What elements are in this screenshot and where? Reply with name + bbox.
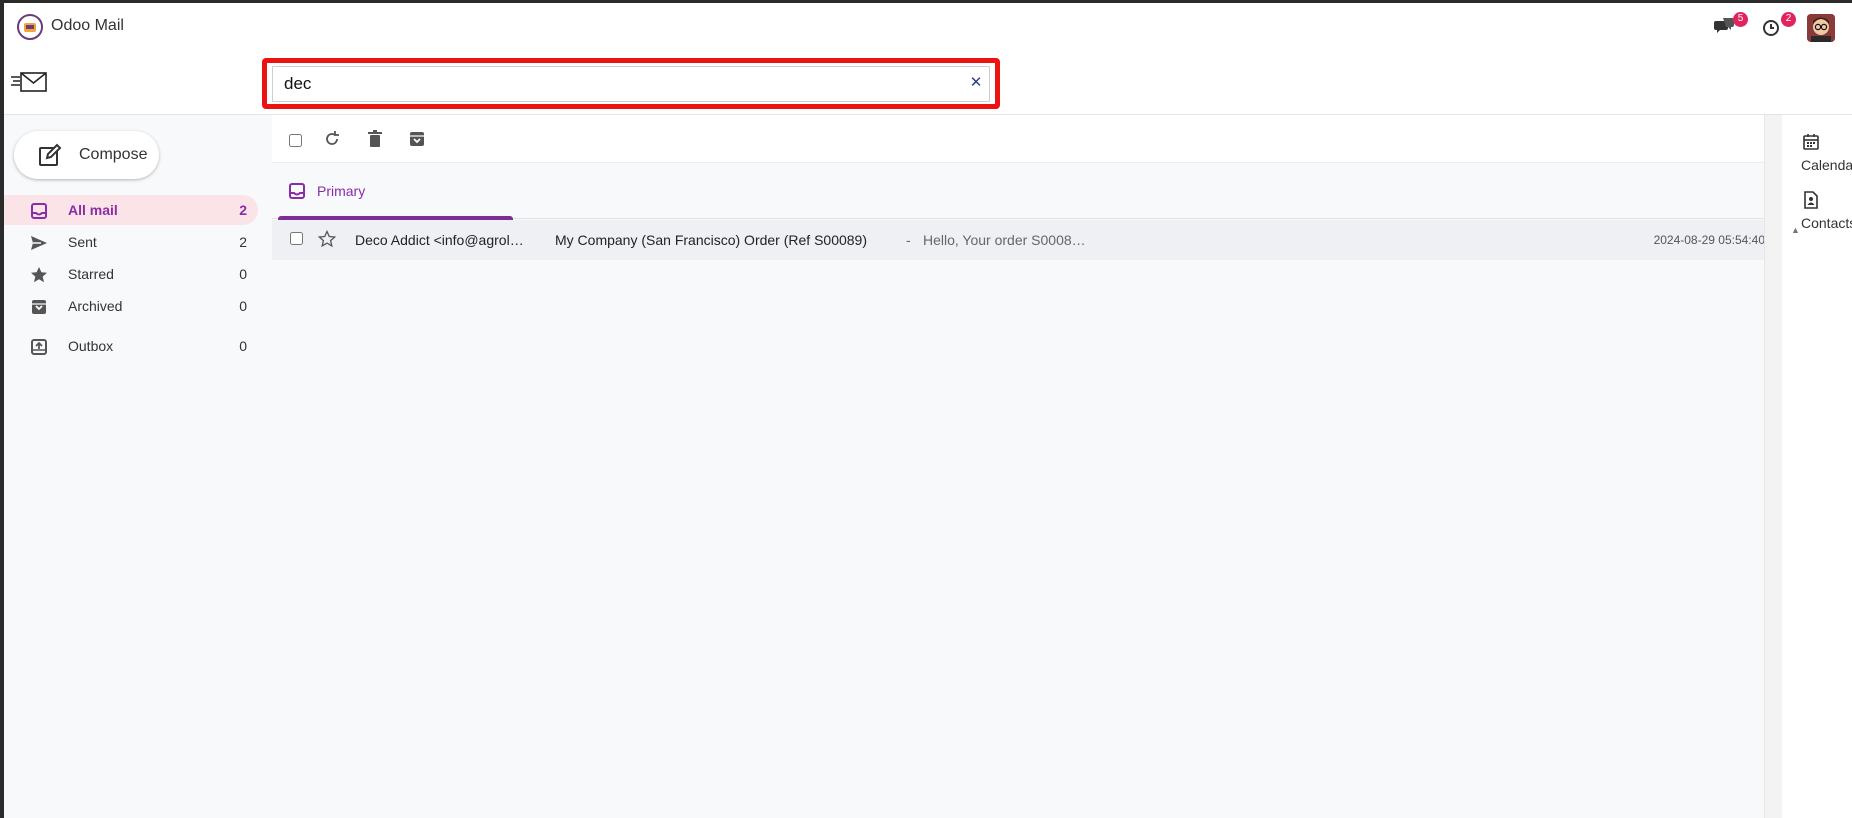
user-avatar[interactable] <box>1807 14 1835 42</box>
mail-row-checkbox[interactable] <box>290 232 303 245</box>
mail-subject: My Company (San Francisco) Order (Ref S0… <box>555 232 867 248</box>
scrollbar[interactable] <box>1764 115 1782 818</box>
refresh-icon <box>326 131 339 145</box>
sidebar-item-sent[interactable]: Sent 2 <box>4 227 258 257</box>
search-bar-row: ✕ <box>4 49 1852 115</box>
sidebar: Compose All mail 2 Sent 2 Starred 0 Arch… <box>4 115 272 818</box>
sidebar-item-count: 0 <box>239 266 247 282</box>
top-navbar: Odoo Mail 5 2 <box>4 3 1852 49</box>
sidebar-item-all-mail[interactable]: All mail 2 <box>4 195 258 225</box>
mail-app-icon[interactable] <box>10 69 48 95</box>
mail-toolbar <box>272 115 1781 163</box>
rail-item-label: Contacts <box>1801 215 1852 231</box>
mail-tabs: Primary <box>272 163 1781 220</box>
archive-icon <box>410 132 424 146</box>
mail-separator: - <box>906 232 911 248</box>
edit-icon <box>39 143 62 166</box>
app-window: Odoo Mail 5 2 dec ✕ Compose All mail 2 S… <box>4 3 1852 818</box>
messages-badge: 5 <box>1733 12 1748 27</box>
activities-button[interactable]: 2 <box>1762 12 1796 37</box>
sidebar-item-label: Archived <box>68 298 123 314</box>
mail-sender: Deco Addict <info@agrol… <box>355 232 524 248</box>
inbox-icon <box>289 183 305 199</box>
star-icon <box>31 267 47 283</box>
sidebar-item-label: Outbox <box>68 338 114 354</box>
sidebar-item-label: All mail <box>68 202 118 218</box>
right-rail: Calendar Contacts ▲ <box>1764 115 1852 818</box>
activities-badge: 2 <box>1781 12 1796 27</box>
rail-item-calendar[interactable]: Calendar <box>1782 133 1852 183</box>
refresh-button[interactable] <box>322 129 342 149</box>
clock-icon <box>1763 20 1779 36</box>
sidebar-item-archived[interactable]: Archived 0 <box>4 291 258 321</box>
inbox-icon <box>31 203 47 219</box>
sidebar-item-label: Starred <box>68 266 114 282</box>
messages-button[interactable]: 5 <box>1714 12 1748 37</box>
archive-icon <box>32 300 46 314</box>
sidebar-item-outbox[interactable]: Outbox 0 <box>4 331 258 361</box>
archive-button[interactable] <box>407 129 427 149</box>
contact-icon <box>1804 191 1818 209</box>
sidebar-item-count: 2 <box>239 234 247 250</box>
mail-list-panel: Primary Deco Addict <info@agrol… My Comp… <box>272 115 1781 818</box>
select-all-checkbox[interactable] <box>289 134 302 147</box>
sidebar-item-count: 0 <box>239 338 247 354</box>
scroll-up-icon[interactable]: ▲ <box>1791 225 1800 235</box>
search-highlight: ✕ <box>262 58 1000 109</box>
mail-row[interactable]: Deco Addict <info@agrol… My Company (San… <box>272 220 1781 260</box>
close-icon[interactable]: ✕ <box>968 75 984 91</box>
mail-preview: Hello, Your order S0008… <box>923 232 1086 248</box>
rail-item-label: Calendar <box>1801 157 1852 173</box>
sidebar-item-starred[interactable]: Starred 0 <box>4 259 258 289</box>
search-input[interactable] <box>272 66 990 102</box>
calendar-icon <box>1803 134 1819 150</box>
compose-button[interactable]: Compose <box>14 131 159 179</box>
sidebar-item-count: 0 <box>239 298 247 314</box>
mail-date: 2024-08-29 05:54:40 <box>1653 233 1765 247</box>
tab-label: Primary <box>317 183 366 199</box>
sidebar-item-count: 2 <box>239 202 247 218</box>
sidebar-item-label: Sent <box>68 234 97 250</box>
send-icon <box>31 236 47 250</box>
trash-icon <box>368 130 382 147</box>
delete-button[interactable] <box>365 129 385 149</box>
tab-primary[interactable]: Primary <box>278 163 513 220</box>
app-title: Odoo Mail <box>51 17 124 34</box>
outbox-icon <box>31 339 47 355</box>
odoo-logo-icon[interactable] <box>17 14 43 40</box>
star-outline-icon[interactable] <box>318 230 336 248</box>
compose-label: Compose <box>79 146 148 163</box>
